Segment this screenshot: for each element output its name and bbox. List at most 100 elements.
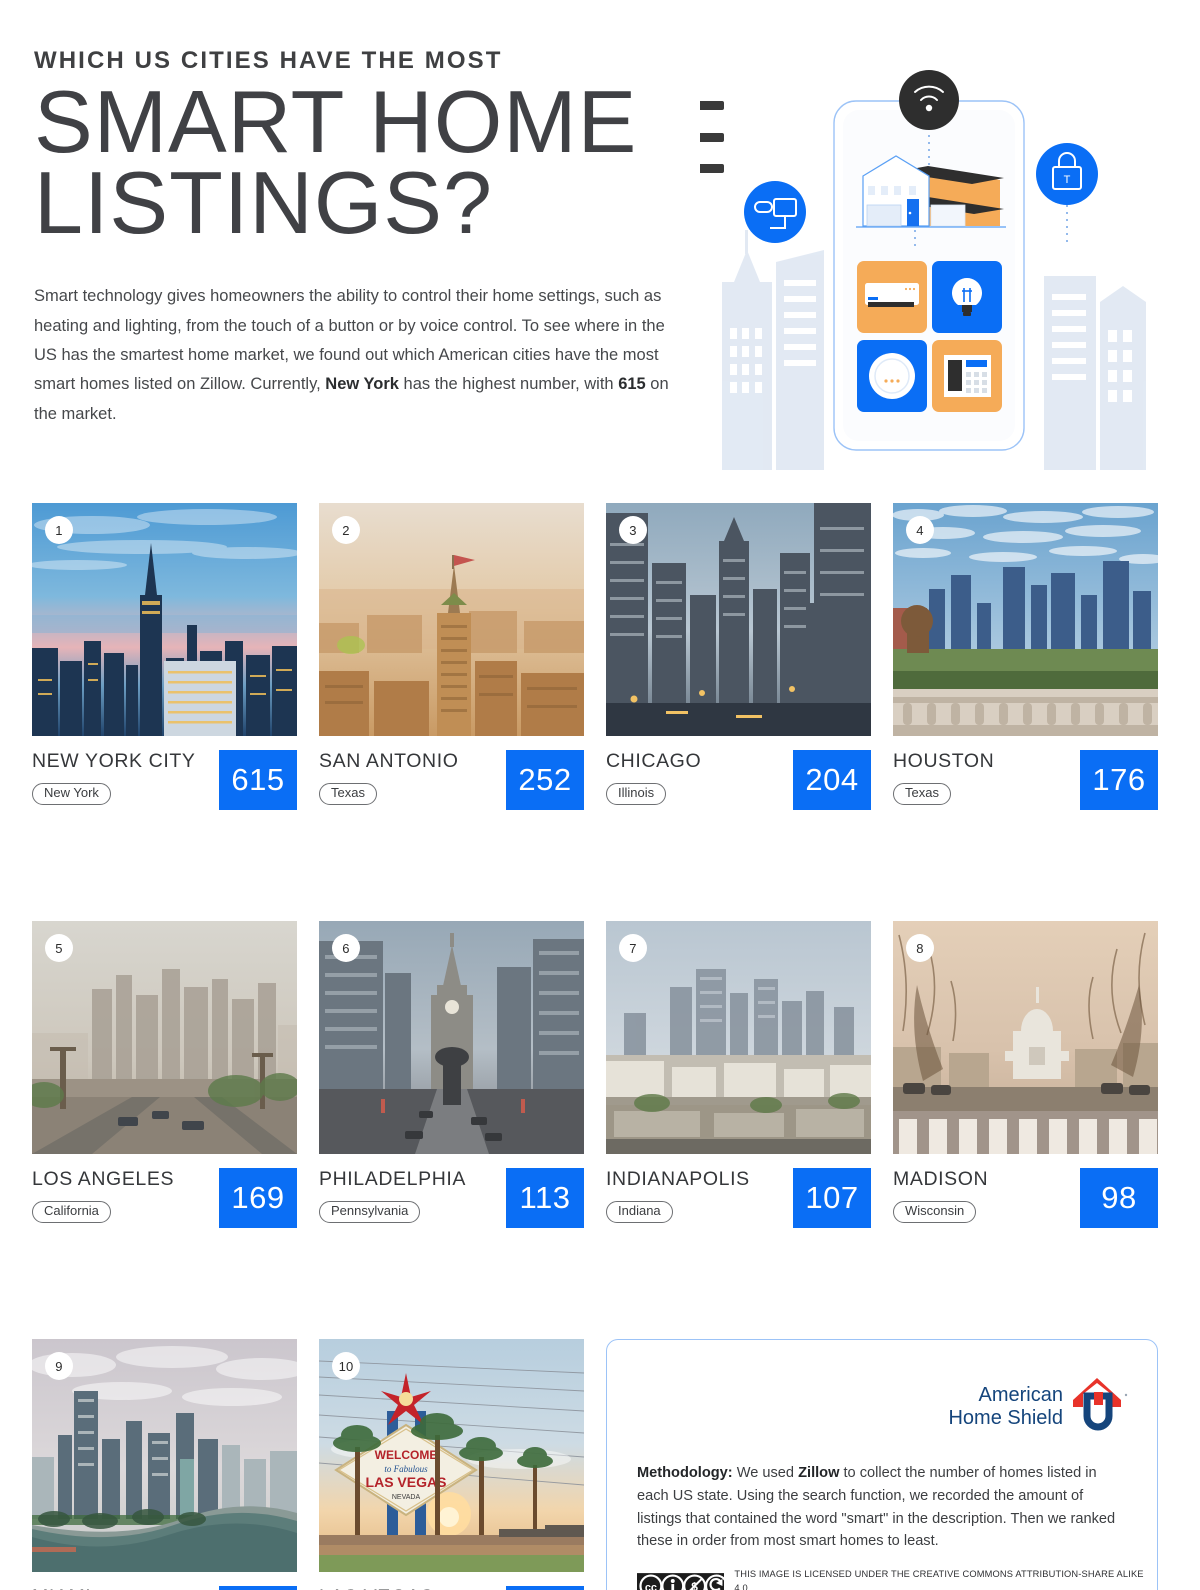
app-tile-thermostat	[857, 261, 927, 333]
state-pill: Illinois	[606, 782, 667, 806]
infographic-page: WHICH US CITIES HAVE THE MOST SMART HOME…	[0, 0, 1200, 1590]
rank-badge: 1	[45, 516, 73, 544]
city-meta: INDIANAPOLIS Indiana 107	[606, 1168, 871, 1232]
city-card-indianapolis[interactable]: 7 INDIANAPOLIS Indiana 107	[606, 921, 871, 1232]
listing-count-badge: 252	[506, 750, 584, 810]
city-card-chicago[interactable]: 3 CHICAGO Illinois 204	[606, 503, 871, 814]
state-pill: Pennsylvania	[319, 1200, 421, 1224]
city-card-new-york-city[interactable]: 1 NEW YORK CITY New York 615	[32, 503, 297, 814]
photo-art-losangeles	[32, 921, 297, 1154]
city-card-philadelphia[interactable]: 6 PHILADELPHIA Pennsylvania 113	[319, 921, 584, 1232]
state-pill: Indiana	[606, 1200, 673, 1224]
smart-home-illustration: T	[700, 50, 1180, 470]
svg-text:cc: cc	[645, 1582, 657, 1590]
creative-commons-icon: cc $ BY NC SA	[637, 1572, 725, 1590]
rank-badge: 8	[906, 934, 934, 962]
city-meta: SAN ANTONIO Texas 252	[319, 750, 584, 814]
app-tile-lightbulb	[932, 261, 1002, 333]
listing-count-badge: 204	[793, 750, 871, 810]
cc-license-line1: THIS IMAGE IS LICENSED UNDER THE CREATIV…	[734, 1569, 1144, 1590]
photo-art-houston	[893, 503, 1158, 736]
svg-text:T: T	[1064, 174, 1071, 186]
intro-bold-newyork: New York	[325, 375, 399, 394]
page-title: SMART HOME LISTINGS?	[34, 72, 638, 253]
intro-text-b: has the highest number, with	[398, 375, 619, 394]
city-card-los-angeles[interactable]: 5 LOS ANGELES California 169	[32, 921, 297, 1232]
city-photo-madison: 8	[893, 921, 1158, 1154]
ahs-logo-line2: Home Shield	[948, 1407, 1063, 1429]
american-home-shield-logo: American Home Shield	[941, 1374, 1129, 1445]
photo-art-nyc	[32, 503, 297, 736]
city-photo-san-antonio: 2	[319, 503, 584, 736]
state-pill: Texas	[893, 782, 951, 806]
photo-art-chicago	[606, 503, 871, 736]
rank-badge: 9	[45, 1352, 73, 1380]
photo-art-philadelphia	[319, 921, 584, 1154]
ahs-logo-line1: American	[979, 1384, 1063, 1406]
svg-text:NEVADA: NEVADA	[392, 1494, 421, 1501]
listing-count-badge: 615	[219, 750, 297, 810]
menu-bars-decoration	[700, 101, 724, 173]
city-card-san-antonio[interactable]: 2 SAN ANTONIO Texas 252	[319, 503, 584, 814]
city-photo-houston: 4	[893, 503, 1158, 736]
state-pill: California	[32, 1200, 111, 1224]
header: WHICH US CITIES HAVE THE MOST SMART HOME…	[34, 47, 734, 429]
state-pill: Wisconsin	[893, 1200, 977, 1224]
rank-badge: 2	[332, 516, 360, 544]
city-photo-chicago: 3	[606, 503, 871, 736]
app-tile-dial	[857, 340, 927, 412]
listing-count-badge: 107	[793, 1168, 871, 1228]
methodology-panel: American Home Shield Methodology: We use…	[606, 1339, 1158, 1590]
security-camera-icon	[744, 181, 806, 243]
rank-badge: 4	[906, 516, 934, 544]
city-photo-philadelphia: 6	[319, 921, 584, 1154]
cc-license-text: THIS IMAGE IS LICENSED UNDER THE CREATIV…	[734, 1568, 1157, 1590]
listing-count-badge: 169	[219, 1168, 297, 1228]
intro-paragraph: Smart technology gives homeowners the ab…	[34, 282, 684, 429]
photo-art-sanantonio	[319, 503, 584, 736]
rank-badge: 5	[45, 934, 73, 962]
svg-text:LAS VEGAS: LAS VEGAS	[366, 1474, 447, 1490]
city-photo-new-york-city: 1	[32, 503, 297, 736]
city-card-madison[interactable]: 8 MADISON Wisconsin 98	[893, 921, 1158, 1232]
city-photo-las-vegas: WELCOME to Fabulous LAS VEGAS NEVADA 10	[319, 1339, 584, 1572]
wifi-icon	[899, 70, 959, 130]
app-tile-keypad	[932, 340, 1002, 412]
methodology-text: Methodology: We used Zillow to collect t…	[637, 1462, 1129, 1553]
city-photo-los-angeles: 5	[32, 921, 297, 1154]
listing-count-badge: 98	[219, 1586, 297, 1590]
city-meta: PHILADELPHIA Pennsylvania 113	[319, 1168, 584, 1232]
city-card-las-vegas[interactable]: WELCOME to Fabulous LAS VEGAS NEVADA 10	[319, 1339, 584, 1590]
listing-count-badge: 89	[506, 1586, 584, 1590]
intro-bold-615: 615	[618, 375, 646, 394]
city-card-houston[interactable]: 4 HOUSTON Texas 176	[893, 503, 1158, 814]
header-kicker: WHICH US CITIES HAVE THE MOST	[34, 47, 503, 74]
city-meta: CHICAGO Illinois 204	[606, 750, 871, 814]
rank-badge: 3	[619, 516, 647, 544]
state-pill: Texas	[319, 782, 377, 806]
methodology-label: Methodology:	[637, 1465, 733, 1481]
listing-count-badge: 176	[1080, 750, 1158, 810]
city-card-grid: 1 NEW YORK CITY New York 615 2 SAN ANTON…	[32, 503, 1168, 1590]
svg-text:to Fabulous: to Fabulous	[384, 1464, 428, 1474]
city-card-miami[interactable]: 9 MIAMI Florida 98	[32, 1339, 297, 1590]
listing-count-badge: 113	[506, 1168, 584, 1228]
photo-art-indianapolis	[606, 921, 871, 1154]
creative-commons-row: cc $ BY NC SA THIS IMAGE IS LICENSED UND…	[637, 1568, 1157, 1590]
city-photo-indianapolis: 7	[606, 921, 871, 1154]
rank-badge: 6	[332, 934, 360, 962]
rank-badge: 7	[619, 934, 647, 962]
methodology-brand: Zillow	[798, 1465, 840, 1481]
city-photo-miami: 9	[32, 1339, 297, 1572]
photo-art-madison	[893, 921, 1158, 1154]
state-pill: New York	[32, 782, 111, 806]
city-meta: MADISON Wisconsin 98	[893, 1168, 1158, 1232]
methodology-text-a: We used	[732, 1465, 799, 1481]
city-meta: LOS ANGELES California 169	[32, 1168, 297, 1232]
photo-art-miami	[32, 1339, 297, 1572]
photo-art-lasvegas: WELCOME to Fabulous LAS VEGAS NEVADA	[319, 1339, 584, 1572]
ahs-logo-svg: American Home Shield	[948, 1378, 1128, 1431]
city-meta: NEW YORK CITY New York 615	[32, 750, 297, 814]
svg-text:WELCOME: WELCOME	[375, 1448, 438, 1462]
listing-count-badge: 98	[1080, 1168, 1158, 1228]
